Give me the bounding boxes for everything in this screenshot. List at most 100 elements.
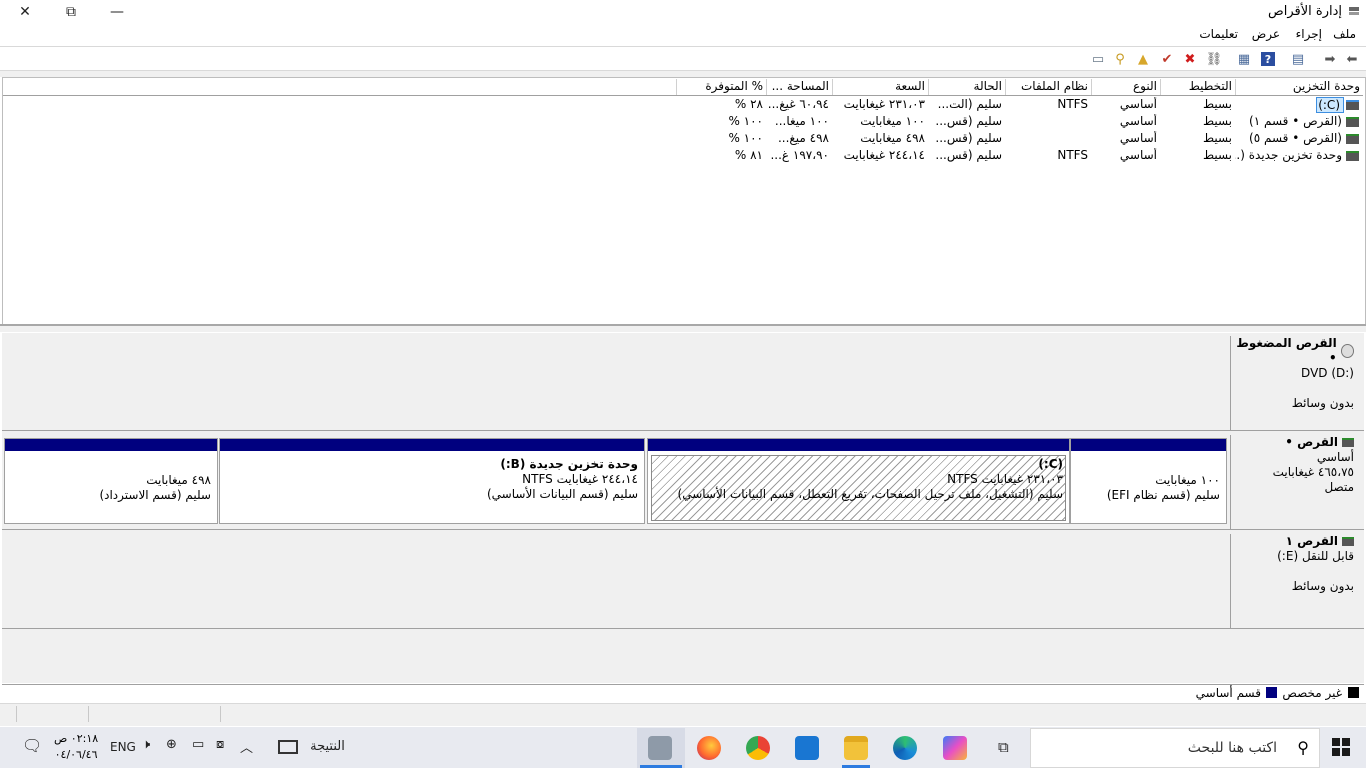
- disk-management-icon[interactable]: [648, 736, 672, 760]
- close-button[interactable]: ✕: [2, 0, 48, 24]
- partition-size: ١٠٠ ميغابايت: [1155, 473, 1220, 487]
- disk-type: DVD (D:): [1301, 366, 1354, 380]
- battery-icon[interactable]: ▭: [192, 737, 204, 752]
- volume-icon: [1346, 134, 1359, 144]
- column-filesystem[interactable]: نظام الملفات: [1005, 79, 1091, 95]
- disk-label-disk1[interactable]: القرص ١ قابل للنقل (E:) بدون وسائط: [1230, 534, 1364, 628]
- search-button[interactable]: ⚲: [1111, 50, 1129, 68]
- hard-disk-icon: [1342, 438, 1354, 447]
- table-cell: ٤٩٨ ميغ...: [777, 131, 829, 145]
- partition-bar: [648, 439, 1069, 451]
- title-bar: [0, 0, 1366, 26]
- show-hide-button[interactable]: ▦: [1235, 50, 1253, 68]
- file-explorer-icon[interactable]: [844, 736, 868, 760]
- forward-button[interactable]: ➡: [1321, 50, 1339, 68]
- network-icon[interactable]: ⊕: [166, 737, 177, 752]
- restore-button[interactable]: ⧉: [48, 0, 94, 24]
- table-cell: ١٠٠ %: [728, 114, 763, 128]
- column-type[interactable]: النوع: [1091, 79, 1160, 95]
- clock-date: ٠٤/٠٦/٤٦: [54, 748, 98, 761]
- result-widget[interactable]: النتيجة: [278, 739, 345, 754]
- task-view-button[interactable]: ⧉: [998, 738, 1009, 756]
- firefox-icon[interactable]: [697, 736, 721, 760]
- table-row[interactable]: (القرص • قسم ٥): [1235, 131, 1345, 147]
- table-cell: ٨١ %: [734, 148, 763, 162]
- minimize-button[interactable]: —: [94, 0, 140, 24]
- partition-body: ٤٩٨ ميغابايت سليم (قسم الاسترداد): [5, 451, 217, 503]
- partition-b[interactable]: وحدة تخزين جديدة (B:) ٢٤٤،١٤ غيغابايت NT…: [219, 438, 645, 524]
- menu-bar: [0, 26, 1366, 46]
- delete-button[interactable]: ✖: [1181, 50, 1199, 68]
- notifications-button[interactable]: 🗨: [22, 736, 42, 755]
- partition-status: سليم (قسم الاسترداد): [99, 488, 211, 502]
- table-cell: أساسي: [1119, 114, 1157, 128]
- check-button[interactable]: ✔: [1158, 50, 1176, 68]
- partition-status: سليم (قسم نظام EFI): [1106, 488, 1220, 502]
- column-status[interactable]: الحالة: [928, 79, 1005, 95]
- show-hide-icon: ▦: [1237, 51, 1251, 67]
- taskbar-search[interactable]: ⚲ اكتب هنا للبحث: [1030, 728, 1320, 768]
- show-hidden-icons-button[interactable]: ︿: [240, 737, 253, 756]
- volume-muted-icon[interactable]: 🕨: [142, 737, 150, 752]
- table-row[interactable]: (C:): [1316, 97, 1344, 113]
- clock[interactable]: ٠٢:١٨ ص ٠٤/٠٦/٤٦: [54, 731, 98, 763]
- column-percent-free[interactable]: % المتوفرة: [676, 79, 766, 95]
- table-cell: سليم (قس...: [935, 148, 1002, 162]
- menu-help[interactable]: تعليمات: [1199, 27, 1238, 41]
- pane-splitter[interactable]: [0, 324, 1366, 332]
- partition-bar: [5, 439, 217, 451]
- disk-label-dvd[interactable]: القرص المضغوط • DVD (D:) بدون وسائط: [1230, 336, 1364, 430]
- table-row[interactable]: (القرص • قسم ١): [1235, 114, 1345, 130]
- language-indicator[interactable]: ENG: [110, 740, 136, 754]
- cd-drive-icon: [1340, 344, 1354, 358]
- partition-body: وحدة تخزين جديدة (B:) ٢٤٤،١٤ غيغابايت NT…: [220, 451, 644, 502]
- table-cell: بسيط: [1202, 114, 1232, 128]
- partition-size: ٤٩٨ ميغابايت: [146, 473, 211, 487]
- start-button[interactable]: [1331, 737, 1353, 759]
- partition-title: (C:): [1038, 457, 1063, 471]
- table-cell: ١٠٠ %: [728, 131, 763, 145]
- mail-icon[interactable]: [795, 736, 819, 760]
- legend-swatch-primary: [1266, 687, 1277, 698]
- column-volume[interactable]: وحدة التخزين: [1235, 79, 1363, 95]
- table-cell: [1005, 114, 1091, 130]
- minimize-icon: —: [110, 4, 124, 20]
- table-row[interactable]: وحدة تخزين جديدة (...: [1235, 148, 1345, 164]
- partition-efi[interactable]: ١٠٠ ميغابايت سليم (قسم نظام EFI): [1070, 438, 1227, 524]
- menu-view[interactable]: عرض: [1252, 27, 1280, 41]
- connect-button[interactable]: ⛓: [1205, 50, 1223, 68]
- folder-up-button[interactable]: ▲: [1134, 50, 1152, 68]
- back-button[interactable]: ⬅: [1343, 50, 1361, 68]
- meet-now-icon[interactable]: ⧇: [216, 737, 224, 752]
- table-cell: سليم (الت...: [937, 97, 1002, 111]
- table-cell: ١٠٠ ميغا...: [774, 114, 829, 128]
- table-cell: أساسي: [1119, 148, 1157, 162]
- legend-swatch-unallocated: [1348, 687, 1359, 698]
- menu-action[interactable]: إجراء: [1296, 27, 1322, 41]
- status-divider: [88, 706, 89, 722]
- menu-file[interactable]: ملف: [1333, 27, 1356, 41]
- disk-size: ٤٦٥،٧٥ غيغابايت: [1272, 465, 1354, 479]
- chevron-up-icon: ︿: [240, 741, 254, 756]
- column-layout[interactable]: التخطيط: [1160, 79, 1235, 95]
- disk-label-disk0[interactable]: القرص • أساسي ٤٦٥،٧٥ غيغابايت متصل: [1230, 435, 1364, 529]
- search-icon: ⚲: [1115, 51, 1125, 67]
- search-placeholder: اكتب هنا للبحث: [1187, 740, 1277, 756]
- properties-button[interactable]: ▤: [1289, 50, 1307, 68]
- clock-time: ٠٢:١٨ ص: [54, 732, 99, 745]
- column-capacity[interactable]: السعة: [832, 79, 928, 95]
- status-divider: [220, 706, 221, 722]
- window-title: إدارة الأقراص: [1268, 4, 1342, 19]
- partition-recovery[interactable]: ٤٩٨ ميغابايت سليم (قسم الاسترداد): [4, 438, 218, 524]
- disk-type: قابل للنقل (E:): [1277, 549, 1354, 563]
- help-button[interactable]: ?: [1259, 50, 1277, 68]
- widget-icon: [278, 739, 298, 754]
- chrome-icon[interactable]: [746, 736, 770, 760]
- console-button[interactable]: ▭: [1089, 50, 1107, 68]
- table-cell: NTFS: [1057, 148, 1088, 162]
- partition-c[interactable]: (C:) ٢٣١،٠٣ غيغابايت NTFS سليم (التشغيل،…: [647, 438, 1070, 524]
- edge-icon[interactable]: [893, 736, 917, 760]
- volume-icon: [1346, 151, 1359, 161]
- copilot-icon[interactable]: [943, 736, 967, 760]
- column-free-space[interactable]: المساحة ...: [766, 79, 832, 95]
